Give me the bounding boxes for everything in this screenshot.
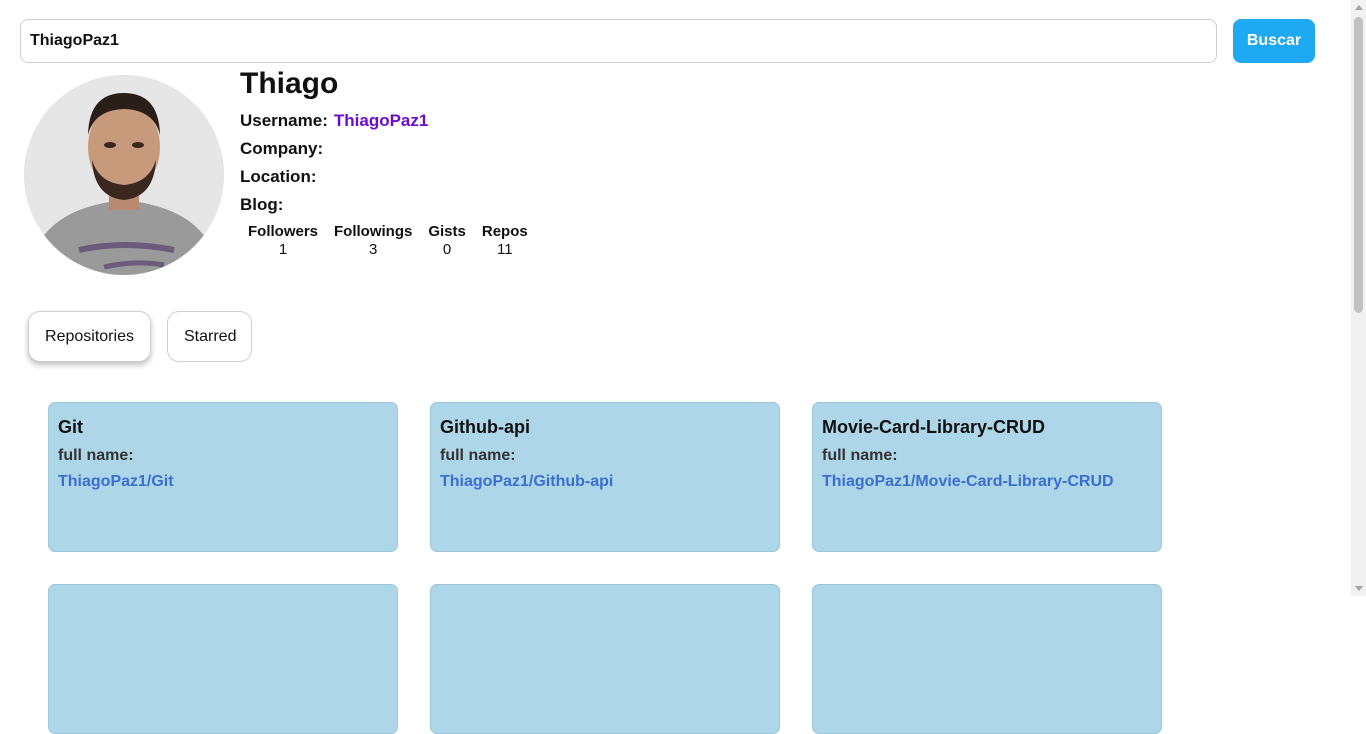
- repo-full-name-link[interactable]: ThiagoPaz1/Git: [58, 473, 174, 490]
- username-value: ThiagoPaz1: [333, 111, 429, 130]
- stat-repos: Repos 11: [482, 223, 528, 259]
- repo-card-partial[interactable]: [430, 584, 780, 734]
- location-label: Location:: [240, 167, 317, 186]
- username-row: Username: ThiagoPaz1: [240, 111, 428, 131]
- company-row: Company:: [240, 139, 329, 159]
- stat-gists: Gists 0: [428, 223, 466, 259]
- company-label: Company:: [240, 139, 324, 158]
- stat-label: Gists: [428, 223, 466, 240]
- stat-label: Followers: [248, 223, 319, 240]
- search-bar: Buscar: [20, 19, 1315, 63]
- scrollbar[interactable]: [1351, 0, 1366, 596]
- blog-label: Blog:: [240, 195, 284, 214]
- stat-value: 11: [496, 241, 513, 258]
- stat-followers: Followers 1: [248, 223, 318, 259]
- scroll-down-arrow-icon[interactable]: [1355, 586, 1363, 591]
- repo-full-name-label: full name:: [440, 447, 516, 464]
- repo-name: Git: [58, 417, 83, 437]
- repo-card[interactable]: Github-api full name: ThiagoPaz1/Github-…: [430, 402, 780, 552]
- tab-repositories[interactable]: Repositories: [28, 311, 151, 362]
- repo-name: Github-api: [440, 417, 530, 437]
- repo-card-partial[interactable]: [812, 584, 1162, 734]
- username-label: Username:: [240, 111, 328, 130]
- repo-full-name-link[interactable]: ThiagoPaz1/Github-api: [440, 473, 613, 490]
- repo-full-name-label: full name:: [58, 447, 134, 464]
- scroll-up-arrow-icon[interactable]: [1355, 5, 1363, 10]
- stat-label: Followings: [334, 223, 413, 240]
- tab-starred[interactable]: Starred: [167, 311, 252, 362]
- location-row: Location:: [240, 167, 323, 187]
- repo-name: Movie-Card-Library-CRUD: [822, 417, 1046, 437]
- repo-full-name-link[interactable]: ThiagoPaz1/Movie-Card-Library-CRUD: [822, 473, 1114, 490]
- search-button[interactable]: Buscar: [1233, 19, 1315, 63]
- stat-label: Repos: [481, 223, 528, 240]
- search-input[interactable]: [20, 19, 1217, 63]
- repo-card[interactable]: Movie-Card-Library-CRUD full name: Thiag…: [812, 402, 1162, 552]
- avatar-photo: [24, 75, 224, 275]
- repo-full-name-label: full name:: [822, 447, 898, 464]
- stat-value: 0: [442, 241, 452, 258]
- profile-name: Thiago: [240, 67, 339, 100]
- repo-card[interactable]: Git full name: ThiagoPaz1/Git: [48, 402, 398, 552]
- scrollbar-thumb[interactable]: [1354, 17, 1363, 313]
- stat-value: 3: [369, 241, 378, 258]
- stat-value: 1: [278, 241, 288, 258]
- stat-followings: Followings 3: [334, 223, 412, 259]
- blog-row: Blog:: [240, 195, 289, 215]
- repo-card-partial[interactable]: [48, 584, 398, 734]
- profile-stats: Followers 1 Followings 3 Gists 0 Repos 1…: [248, 223, 544, 259]
- avatar: [24, 75, 224, 275]
